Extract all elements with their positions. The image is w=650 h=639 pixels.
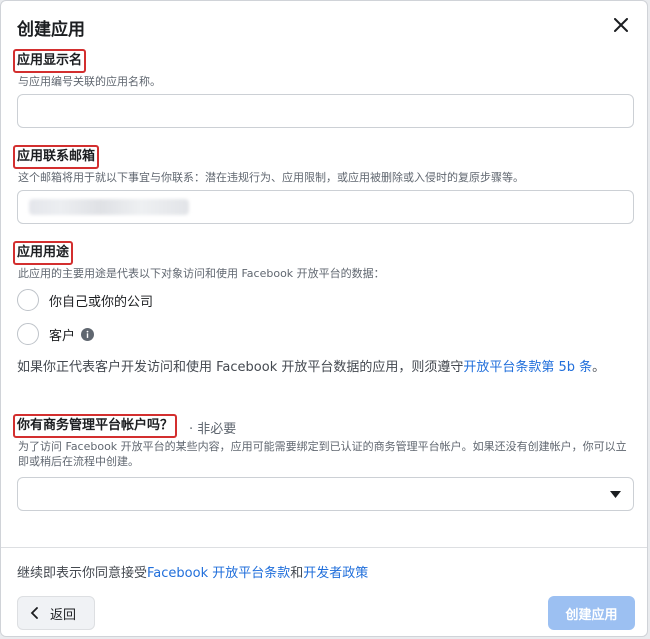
platform-terms-5b-link[interactable]: 开放平台条款第 5b 条 [463,360,592,375]
purpose-option-self[interactable]: 你自己或你的公司 [17,289,153,311]
chevron-left-icon [30,607,38,619]
contact-email-label: 应用联系邮箱 [13,145,100,169]
developer-policy-link[interactable]: 开发者政策 [303,566,368,581]
agree-and: 和 [290,566,304,581]
agree-prefix: 继续即表示你同意接受 [17,566,148,581]
business-manager-label: 你有商务管理平台帐户吗？ [13,414,178,438]
radio-label: 你自己或你的公司 [49,294,154,310]
agreement-text: 继续即表示你同意接受Facebook 开放平台条款和开发者政策 [17,562,368,581]
radio-button[interactable] [17,323,39,345]
app-purpose-description: 此应用的主要用途是代表以下对象访问和使用 Facebook 开放平台的数据： [18,267,385,280]
info-icon[interactable] [81,327,95,341]
radio-button[interactable] [17,289,39,311]
app-name-input[interactable] [17,94,634,128]
back-button-label: 返回 [50,607,77,623]
platform-terms-link[interactable]: Facebook 开放平台条款 [147,566,290,581]
optional-tag: · 非必要 [189,422,237,437]
notice-end: 。 [592,360,606,375]
dialog-title: 创建应用 [17,20,85,40]
back-button[interactable]: 返回 [17,596,95,630]
close-icon [614,18,628,32]
app-name-description: 与应用编号关联的应用名称。 [18,75,161,88]
business-manager-select[interactable] [17,477,634,511]
notice-text: 如果你正代表客户开发访问和使用 Facebook 开放平台数据的应用，则须遵守 [17,360,464,375]
business-manager-description: 为了访问 Facebook 开放平台的某些内容，应用可能需要绑定到已认证的商务管… [18,440,627,468]
app-name-label: 应用显示名 [13,49,87,73]
create-app-dialog: 创建应用 应用显示名 与应用编号关联的应用名称。 应用联系邮箱 这个邮箱将用于就… [0,0,648,637]
close-button[interactable] [609,13,633,37]
caret-down-icon [610,491,621,498]
radio-label: 客户 [49,328,76,344]
purpose-option-client[interactable]: 客户 [17,323,95,345]
client-notice: 如果你正代表客户开发访问和使用 Facebook 开放平台数据的应用，则须遵守开… [17,358,617,378]
contact-email-description: 这个邮箱将用于就以下事宜与你联系：潜在违规行为、应用限制，或应用被删除或入侵时的… [18,171,524,184]
footer-divider [1,547,647,548]
create-app-button[interactable]: 创建应用 [548,596,635,630]
app-purpose-label: 应用用途 [13,241,74,265]
redacted-email-value [29,199,189,215]
